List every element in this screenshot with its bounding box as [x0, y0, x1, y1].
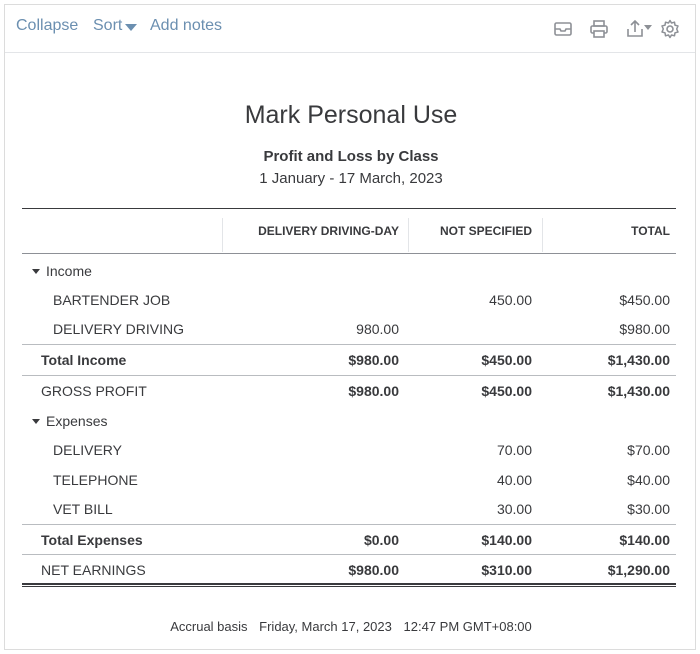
- cell-value[interactable]: $980.00: [222, 352, 399, 368]
- report-period: 1 January - 17 March, 2023: [259, 170, 443, 187]
- cell-value[interactable]: $70.00: [542, 442, 670, 458]
- add-notes-button[interactable]: Add notes: [150, 17, 222, 35]
- cell-value[interactable]: $980.00: [542, 321, 670, 337]
- export-icon[interactable]: [624, 18, 654, 40]
- double-underline: [22, 583, 676, 587]
- cell-value[interactable]: $450.00: [408, 383, 532, 399]
- email-icon[interactable]: [552, 18, 574, 40]
- sort-label: Sort: [93, 17, 123, 34]
- report-time: 12:47 PM GMT+08:00: [403, 619, 532, 634]
- row-label: Total Expenses: [41, 532, 143, 548]
- settings-icon[interactable]: [659, 18, 681, 40]
- column-header-total[interactable]: TOTAL: [542, 224, 670, 238]
- cell-value[interactable]: $980.00: [222, 562, 399, 578]
- row-label: Income: [46, 263, 92, 279]
- row-label[interactable]: DELIVERY DRIVING: [53, 321, 184, 337]
- cell-value[interactable]: $310.00: [408, 562, 532, 578]
- table-top-rule: [22, 208, 676, 209]
- report-toolbar: Collapse Sort Add notes: [5, 5, 695, 53]
- report-footer: Accrual basis Friday, March 17, 2023 12:…: [5, 619, 697, 634]
- cell-value[interactable]: $30.00: [542, 501, 670, 517]
- row-rule: [22, 524, 676, 525]
- cell-value[interactable]: $0.00: [222, 532, 399, 548]
- total-row-expenses: Total Expenses $0.00 $140.00 $140.00: [22, 526, 676, 554]
- table-row: DELIVERY DRIVING 980.00 $980.00: [22, 315, 676, 343]
- row-label[interactable]: TELEPHONE: [53, 472, 138, 488]
- column-header-not-specified[interactable]: NOT SPECIFIED: [408, 224, 532, 238]
- net-earnings-row: NET EARNINGS $980.00 $310.00 $1,290.00: [22, 556, 676, 584]
- cell-value[interactable]: $140.00: [408, 532, 532, 548]
- collapse-button[interactable]: Collapse: [16, 17, 78, 35]
- sort-button[interactable]: Sort: [93, 17, 138, 35]
- cell-value[interactable]: $140.00: [542, 532, 670, 548]
- cell-value[interactable]: $450.00: [408, 352, 532, 368]
- cell-value[interactable]: 450.00: [408, 292, 532, 308]
- print-icon[interactable]: [588, 18, 610, 40]
- cell-value[interactable]: $1,290.00: [542, 562, 670, 578]
- row-rule: [22, 375, 676, 376]
- gross-profit-row: GROSS PROFIT $980.00 $450.00 $1,430.00: [22, 377, 676, 405]
- collapse-triangle-icon[interactable]: [32, 269, 40, 274]
- header-rule: [22, 253, 676, 254]
- table-row: DELIVERY 70.00 $70.00: [22, 436, 676, 464]
- report-date: Friday, March 17, 2023: [259, 619, 392, 634]
- row-rule: [22, 554, 676, 555]
- cell-value[interactable]: $40.00: [542, 472, 670, 488]
- row-label: GROSS PROFIT: [41, 383, 147, 399]
- total-row-income: Total Income $980.00 $450.00 $1,430.00: [22, 346, 676, 374]
- row-label: Total Income: [41, 352, 127, 368]
- chevron-down-icon: [125, 23, 138, 31]
- cell-value[interactable]: 40.00: [408, 472, 532, 488]
- row-label: NET EARNINGS: [41, 562, 146, 578]
- cell-value[interactable]: 30.00: [408, 501, 532, 517]
- report-panel: Collapse Sort Add notes Mark Personal Us…: [4, 4, 696, 650]
- cell-value[interactable]: $980.00: [222, 383, 399, 399]
- row-label[interactable]: VET BILL: [53, 501, 113, 517]
- row-rule: [22, 344, 676, 345]
- cell-value[interactable]: $450.00: [542, 292, 670, 308]
- accounting-basis: Accrual basis: [170, 619, 248, 634]
- cell-value[interactable]: $1,430.00: [542, 352, 670, 368]
- cell-value[interactable]: 980.00: [222, 321, 399, 337]
- section-row-expenses[interactable]: Expenses: [22, 407, 676, 435]
- row-label: Expenses: [46, 413, 108, 429]
- table-row: BARTENDER JOB 450.00 $450.00: [22, 286, 676, 314]
- section-row-income[interactable]: Income: [22, 257, 676, 285]
- table-row: TELEPHONE 40.00 $40.00: [22, 466, 676, 494]
- row-label[interactable]: BARTENDER JOB: [53, 292, 170, 308]
- cell-value[interactable]: 70.00: [408, 442, 532, 458]
- table-row: VET BILL 30.00 $30.00: [22, 495, 676, 523]
- row-label[interactable]: DELIVERY: [53, 442, 122, 458]
- report-title: Profit and Loss by Class: [263, 148, 439, 165]
- company-name: Mark Personal Use: [244, 101, 458, 129]
- collapse-triangle-icon[interactable]: [32, 419, 40, 424]
- column-header-delivery-driving-day[interactable]: DELIVERY DRIVING-DAY: [222, 224, 399, 238]
- cell-value[interactable]: $1,430.00: [542, 383, 670, 399]
